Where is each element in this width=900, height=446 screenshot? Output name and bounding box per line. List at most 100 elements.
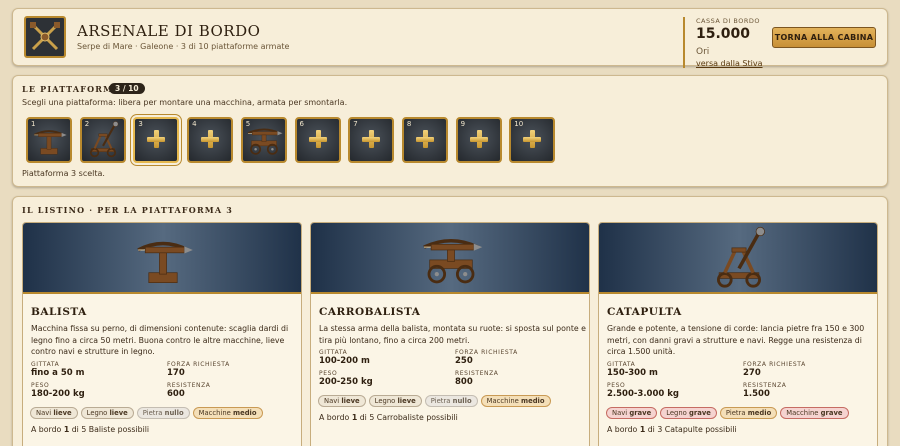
machine-card[interactable]: BALISTA Macchina fissa su perno, di dime…	[22, 222, 302, 446]
cassa-box: CASSA DI BORDO 15.000 Ori versa dalla St…	[683, 17, 765, 68]
platform-slot-number: 1	[31, 120, 36, 128]
onboard-count: A bordo 1 di 5 Baliste possibili	[31, 425, 149, 434]
damage-chip: Legno lieve	[368, 395, 422, 407]
listino-title: IL LISTINO · PER LA PIATTAFORMA 3	[22, 205, 234, 215]
machine-description: Macchina fissa su perno, di dimensioni c…	[31, 324, 289, 356]
versa-stiva-link[interactable]: versa dalla Stiva	[696, 59, 765, 68]
onboard-post: di 3 Catapulte possibili	[647, 424, 737, 434]
damage-chip: Macchine grave	[780, 406, 849, 419]
chip-level: grave	[820, 408, 843, 417]
balista-icon	[137, 241, 193, 283]
chip-label: Macchine	[786, 408, 819, 417]
machine-card[interactable]: CARROBALISTA La stessa arma della balist…	[310, 222, 590, 446]
onboard-count: A bordo 1 di 5 Carrobaliste possibili	[319, 413, 458, 422]
chip-label: Pietra	[430, 397, 451, 405]
chip-level: lieve	[53, 408, 72, 417]
chip-level: grave	[629, 408, 652, 417]
stat-peso: PESO 200-250 kg	[319, 370, 439, 387]
machine-image	[599, 223, 877, 294]
machine-image	[23, 223, 301, 294]
chip-label: Macchine	[486, 397, 519, 405]
stat-resistenza: RESISTENZA 800	[455, 370, 575, 387]
chip-level: medio	[747, 408, 772, 417]
stat-value: 180-200 kg	[31, 388, 85, 399]
platform-slot-5[interactable]: 5	[240, 117, 287, 163]
damage-chip: Legno lieve	[80, 406, 134, 419]
stat-value: 170	[167, 367, 185, 378]
plus-icon	[523, 130, 542, 148]
onboard-post: di 5 Baliste possibili	[71, 424, 150, 434]
stat-label: RESISTENZA	[455, 370, 499, 377]
chip-level: medio	[233, 408, 257, 417]
platform-slot-9[interactable]: 9	[455, 117, 502, 163]
platform-slot-1[interactable]: 1	[26, 117, 72, 163]
onboard-post: di 5 Carrobaliste possibili	[359, 413, 458, 422]
onboard-count: A bordo 1 di 3 Catapulte possibili	[607, 425, 737, 434]
plus-icon	[147, 130, 166, 148]
stat-label: FORZA RICHIESTA	[455, 349, 518, 356]
stat-value: 250	[455, 356, 473, 366]
stat-label: GITTATA	[319, 349, 348, 356]
stat-resistenza: RESISTENZA 600	[167, 382, 287, 399]
stat-value: 200-250 kg	[319, 377, 373, 387]
damage-chip: Navi grave	[606, 406, 658, 419]
platform-slot-8[interactable]: 8	[401, 117, 448, 163]
machine-description: La stessa arma della balista, montata su…	[319, 324, 586, 345]
platform-status: Piattaforma 3 scelta.	[22, 169, 105, 178]
platforms-hint: Scegli una piattaforma: libera per monta…	[22, 98, 348, 107]
stat-value: fino a 50 m	[31, 367, 85, 378]
damage-chip: Navi lieve	[30, 406, 78, 419]
platform-slot-6[interactable]: 6	[294, 117, 341, 163]
stat-resistenza: RESISTENZA 1.500	[743, 382, 863, 399]
damage-chip: Macchine medio	[480, 395, 551, 407]
stat-forza: FORZA RICHIESTA 170	[167, 361, 287, 378]
platform-slot-10[interactable]: 10	[509, 117, 556, 163]
platforms-count-badge: 3 / 10	[109, 83, 145, 94]
cassa-unit: Ori	[696, 47, 710, 57]
machine-name: CARROBALISTA	[319, 306, 421, 318]
machine-name: BALISTA	[31, 306, 87, 318]
stat-peso: PESO 180-200 kg	[31, 382, 151, 399]
stat-label: PESO	[31, 381, 50, 389]
stat-gittata: GITTATA 100-200 m	[319, 349, 439, 366]
chip-level: medio	[521, 397, 545, 405]
stat-value: 600	[167, 388, 185, 399]
stat-gittata: GITTATA 150-300 m	[607, 361, 727, 378]
chip-label: Navi	[36, 408, 52, 417]
onboard-pre: A bordo	[607, 424, 638, 434]
stat-label: GITTATA	[607, 360, 636, 368]
damage-chip: Legno grave	[660, 406, 717, 419]
platform-slot-number: 5	[245, 120, 251, 128]
header-panel: ARSENALE DI BORDO Serpe di Mare · Galeon…	[12, 8, 888, 68]
platform-slot-3[interactable]: 3	[133, 117, 180, 163]
platforms-panel: LE PIATTAFORME 3 / 10 Scegli una piattaf…	[12, 75, 888, 187]
chip-label: Macchine	[198, 408, 231, 417]
damage-chip: Pietra medio	[719, 406, 778, 419]
machine-card[interactable]: CATAPULTA Grande e potente, a tensione d…	[598, 222, 878, 446]
ship-subtitle: Serpe di Mare · Galeone · 3 di 10 piatta…	[77, 42, 290, 51]
platform-slot-4[interactable]: 4	[187, 117, 234, 163]
plus-icon	[308, 130, 327, 148]
crossed-weapons-emblem-icon	[24, 16, 66, 58]
platform-slot-7[interactable]: 7	[348, 117, 395, 163]
platform-slot-number: 4	[192, 120, 197, 128]
plus-icon	[201, 130, 220, 148]
stat-label: GITTATA	[31, 360, 60, 368]
stat-value: 150-300 m	[607, 367, 658, 378]
stat-value: 2.500-3.000 kg	[607, 388, 679, 399]
chip-level: nullo	[164, 408, 184, 417]
damage-chips: Navi grave Legno grave Pietra medio Macchin…	[606, 406, 849, 419]
catapult-icon	[716, 226, 765, 288]
chip-level: nullo	[452, 397, 472, 405]
chip-level: lieve	[109, 408, 128, 417]
onboard-number: 1	[639, 424, 646, 434]
chip-label: Navi	[324, 397, 340, 405]
stat-value: 1.500	[743, 388, 770, 399]
back-to-cabin-button[interactable]: TORNA ALLA CABINA	[772, 27, 876, 48]
cassa-label: CASSA DI BORDO	[696, 17, 760, 25]
platform-slot-number: 10	[514, 120, 524, 128]
stat-value: 800	[455, 377, 473, 387]
platform-slot-2[interactable]: 2	[79, 117, 126, 163]
chip-level: grave	[689, 408, 711, 417]
stat-forza: FORZA RICHIESTA 270	[743, 361, 863, 378]
